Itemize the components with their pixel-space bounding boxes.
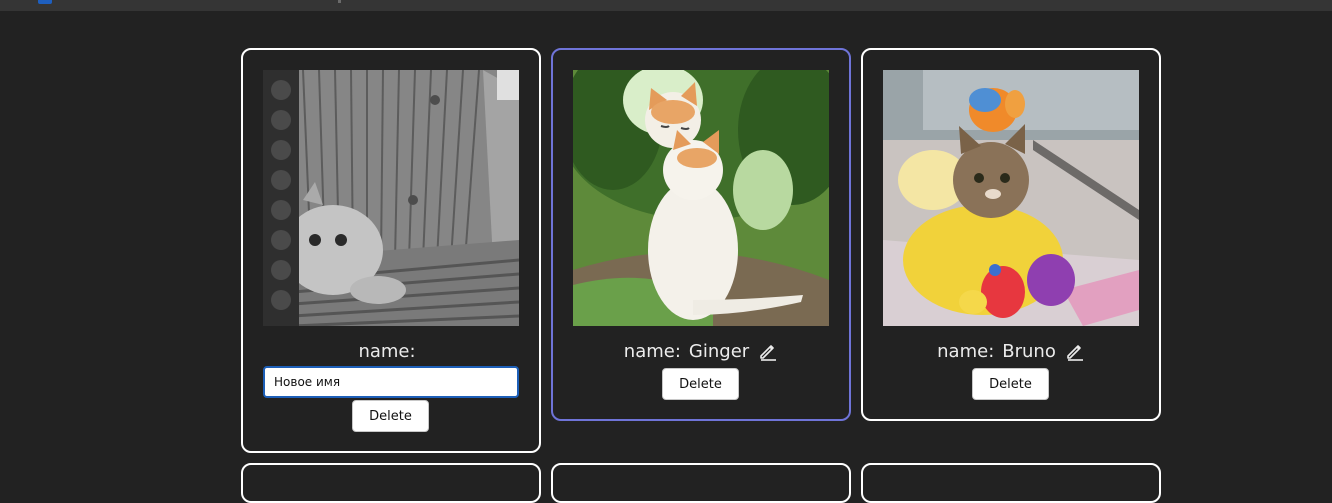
pencil-icon[interactable] [758, 341, 778, 361]
cat-card-6 [861, 463, 1161, 503]
name-value: Bruno [1002, 340, 1056, 362]
tab-favicon [38, 0, 52, 4]
cat-photo-grey-kitten-image [263, 70, 519, 326]
name-label: name: [623, 340, 681, 362]
cat-card-1: name: Delete [241, 48, 541, 453]
pencil-icon[interactable] [1065, 341, 1085, 361]
cat-photo-ginger-image [573, 70, 829, 326]
cat-photo-ginger [573, 70, 829, 326]
cat-photo-bruno-image [883, 70, 1139, 326]
delete-button[interactable]: Delete [972, 368, 1049, 400]
pencil-icon-glyph [760, 345, 777, 361]
cat-name-row: name: Ginger [553, 339, 849, 363]
name-label: name: [358, 340, 416, 362]
delete-button[interactable]: Delete [352, 400, 429, 432]
cat-card-4 [241, 463, 541, 503]
cat-photo-bruno [883, 70, 1139, 326]
delete-button[interactable]: Delete [662, 368, 739, 400]
cat-name-row: name: [243, 339, 539, 363]
cat-card-3: name: Bruno Delete [861, 48, 1161, 421]
name-label: name: [937, 340, 995, 362]
cat-card-2: name: Ginger Delete [551, 48, 851, 421]
name-edit-input[interactable] [263, 366, 519, 398]
pencil-icon-glyph [1067, 345, 1083, 361]
cat-name-row: name: Bruno [863, 339, 1159, 363]
cat-card-5 [551, 463, 851, 503]
name-value: Ginger [688, 340, 750, 362]
tab-separator [338, 0, 341, 3]
browser-top-strip [0, 0, 1332, 11]
cat-photo-grey-kitten [263, 70, 519, 326]
